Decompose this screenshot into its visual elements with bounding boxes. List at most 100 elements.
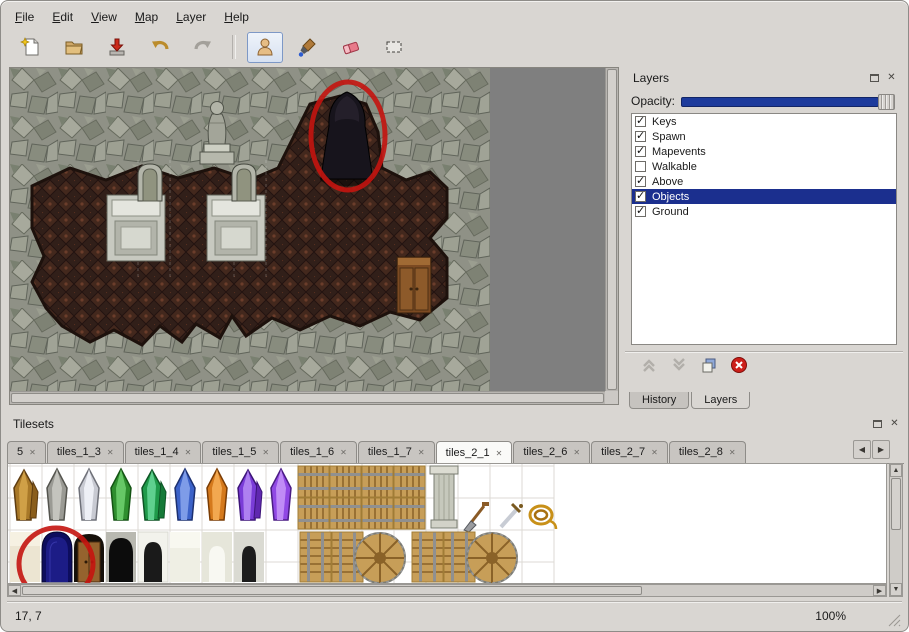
close-panel-icon[interactable]: ✕ <box>888 417 901 430</box>
menu-edit[interactable]: Edit <box>44 7 81 27</box>
tile-pale-tile-2[interactable] <box>202 532 232 582</box>
tab-close-icon[interactable]: ✕ <box>496 449 503 458</box>
layer-row-mapevents[interactable]: Mapevents <box>632 144 896 159</box>
duplicate-layer-button[interactable] <box>699 355 719 375</box>
undo-button[interactable] <box>142 32 178 63</box>
tab-close-icon[interactable]: ✕ <box>107 448 114 457</box>
tile-wood-track-4[interactable] <box>394 466 425 497</box>
layer-row-walkable[interactable]: Walkable <box>632 159 896 174</box>
float-panel-icon[interactable] <box>868 71 881 84</box>
tile-cream-tile[interactable] <box>10 532 40 582</box>
brush-tool-button[interactable] <box>290 32 326 63</box>
scroll-left-button[interactable]: ◀ <box>8 585 21 596</box>
tilesets-panel: Tilesets ✕ 5✕tiles_1_3✕tiles_1_4✕tiles_1… <box>5 415 906 599</box>
tileset-vertical-scrollbar[interactable]: ▲ ▼ <box>889 463 903 597</box>
tile-wood-platform-3[interactable] <box>412 532 443 582</box>
tile-wood-track-7[interactable] <box>362 498 393 529</box>
move-layer-up-button[interactable] <box>639 355 659 375</box>
tile-dark-archway[interactable] <box>106 532 136 582</box>
tileset-tab-tiles_2_7[interactable]: tiles_2_7✕ <box>591 441 668 463</box>
scroll-up-button[interactable]: ▲ <box>890 464 902 477</box>
redo-button[interactable] <box>185 32 221 63</box>
tab-scroll-left-button[interactable]: ◀ <box>853 440 871 459</box>
select-tool-button[interactable] <box>376 32 412 63</box>
stamp-tool-button[interactable] <box>247 32 283 63</box>
map-vertical-scrollbar[interactable] <box>605 68 618 391</box>
tileset-horizontal-scrollbar[interactable]: ◀ ▶ <box>7 584 887 597</box>
tab-close-icon[interactable]: ✕ <box>729 448 736 457</box>
menu-help[interactable]: Help <box>216 7 257 27</box>
tab-close-icon[interactable]: ✕ <box>418 448 425 457</box>
layer-row-above[interactable]: Above <box>632 174 896 189</box>
menu-layer[interactable]: Layer <box>168 7 214 27</box>
layer-label: Objects <box>652 191 689 203</box>
scroll-right-button[interactable]: ▶ <box>873 585 886 596</box>
map-canvas[interactable] <box>10 68 605 391</box>
tile-stone-column[interactable] <box>430 466 458 528</box>
open-button[interactable] <box>56 32 92 63</box>
tile-dark-arch-small[interactable] <box>234 532 264 582</box>
tileset-tab-tiles_1_6[interactable]: tiles_1_6✕ <box>280 441 357 463</box>
new-file-button[interactable] <box>13 32 49 63</box>
layer-row-objects[interactable]: Objects <box>632 189 896 204</box>
layer-row-spawn[interactable]: Spawn <box>632 129 896 144</box>
tileset-tab-tiles_2_8[interactable]: tiles_2_8✕ <box>669 441 746 463</box>
layer-row-ground[interactable]: Ground <box>632 204 896 219</box>
menu-view[interactable]: View <box>83 7 125 27</box>
tile-wood-platform-1[interactable] <box>300 532 331 582</box>
eraser-tool-button[interactable] <box>333 32 369 63</box>
layer-visibility-checkbox[interactable] <box>635 161 646 172</box>
map-horizontal-scrollbar[interactable] <box>10 391 605 404</box>
menu-file[interactable]: File <box>7 7 42 27</box>
tab-close-icon[interactable]: ✕ <box>573 448 580 457</box>
tileset-tab-tiles_1_3[interactable]: tiles_1_3✕ <box>47 441 124 463</box>
panel-tab-layers[interactable]: Layers <box>691 392 750 409</box>
tile-archway-outline[interactable] <box>138 532 168 582</box>
layer-visibility-checkbox[interactable] <box>635 206 646 217</box>
opacity-label: Opacity: <box>631 94 675 108</box>
close-panel-icon[interactable]: ✕ <box>885 71 898 84</box>
tileset-tab-tiles_1_7[interactable]: tiles_1_7✕ <box>358 441 435 463</box>
layer-visibility-checkbox[interactable] <box>635 176 646 187</box>
layer-visibility-checkbox[interactable] <box>635 131 646 142</box>
tile-turntable-1[interactable] <box>355 533 405 583</box>
panel-tab-history[interactable]: History <box>629 392 689 409</box>
tile-pale-tile-1[interactable] <box>170 532 200 582</box>
tileset-tab-tiles_2_6[interactable]: tiles_2_6✕ <box>513 441 590 463</box>
tab-scroll-right-button[interactable]: ▶ <box>872 440 890 459</box>
tile-wood-track-6[interactable] <box>330 498 361 529</box>
tab-close-icon[interactable]: ✕ <box>29 448 36 457</box>
tileset-tab-tiles_2_1[interactable]: tiles_2_1✕ <box>436 441 513 463</box>
opacity-slider[interactable] <box>681 94 895 108</box>
tile-wood-track-3[interactable] <box>362 466 393 497</box>
layer-row-keys[interactable]: Keys <box>632 114 896 129</box>
resize-grip[interactable] <box>888 614 901 627</box>
tileset-canvas[interactable] <box>7 463 887 584</box>
float-panel-icon[interactable] <box>871 417 884 430</box>
layer-visibility-checkbox[interactable] <box>635 116 646 127</box>
tileset-tab-tiles_1_4[interactable]: tiles_1_4✕ <box>125 441 202 463</box>
delete-layer-button[interactable] <box>729 355 749 375</box>
tab-close-icon[interactable]: ✕ <box>262 448 269 457</box>
tileset-tab-5[interactable]: 5✕ <box>7 441 46 463</box>
opacity-slider-handle[interactable] <box>878 94 895 110</box>
vscroll-thumb[interactable] <box>891 478 901 530</box>
layer-visibility-checkbox[interactable] <box>635 191 646 202</box>
scroll-down-button[interactable]: ▼ <box>890 583 902 596</box>
tile-turntable-2[interactable] <box>467 533 517 583</box>
tile-blue-door[interactable] <box>42 532 72 582</box>
tile-wood-track-2[interactable] <box>330 466 361 497</box>
move-layer-down-button[interactable] <box>669 355 689 375</box>
map-viewport[interactable] <box>9 67 619 405</box>
tileset-tab-tiles_1_5[interactable]: tiles_1_5✕ <box>202 441 279 463</box>
tile-wood-track-5[interactable] <box>298 498 329 529</box>
layer-visibility-checkbox[interactable] <box>635 146 646 157</box>
tab-close-icon[interactable]: ✕ <box>185 448 192 457</box>
menu-map[interactable]: Map <box>127 7 166 27</box>
hscroll-thumb[interactable] <box>22 586 642 595</box>
tab-close-icon[interactable]: ✕ <box>651 448 658 457</box>
tile-wood-track-8[interactable] <box>394 498 425 529</box>
tile-wood-track-1[interactable] <box>298 466 329 497</box>
save-button[interactable] <box>99 32 135 63</box>
tab-close-icon[interactable]: ✕ <box>340 448 347 457</box>
